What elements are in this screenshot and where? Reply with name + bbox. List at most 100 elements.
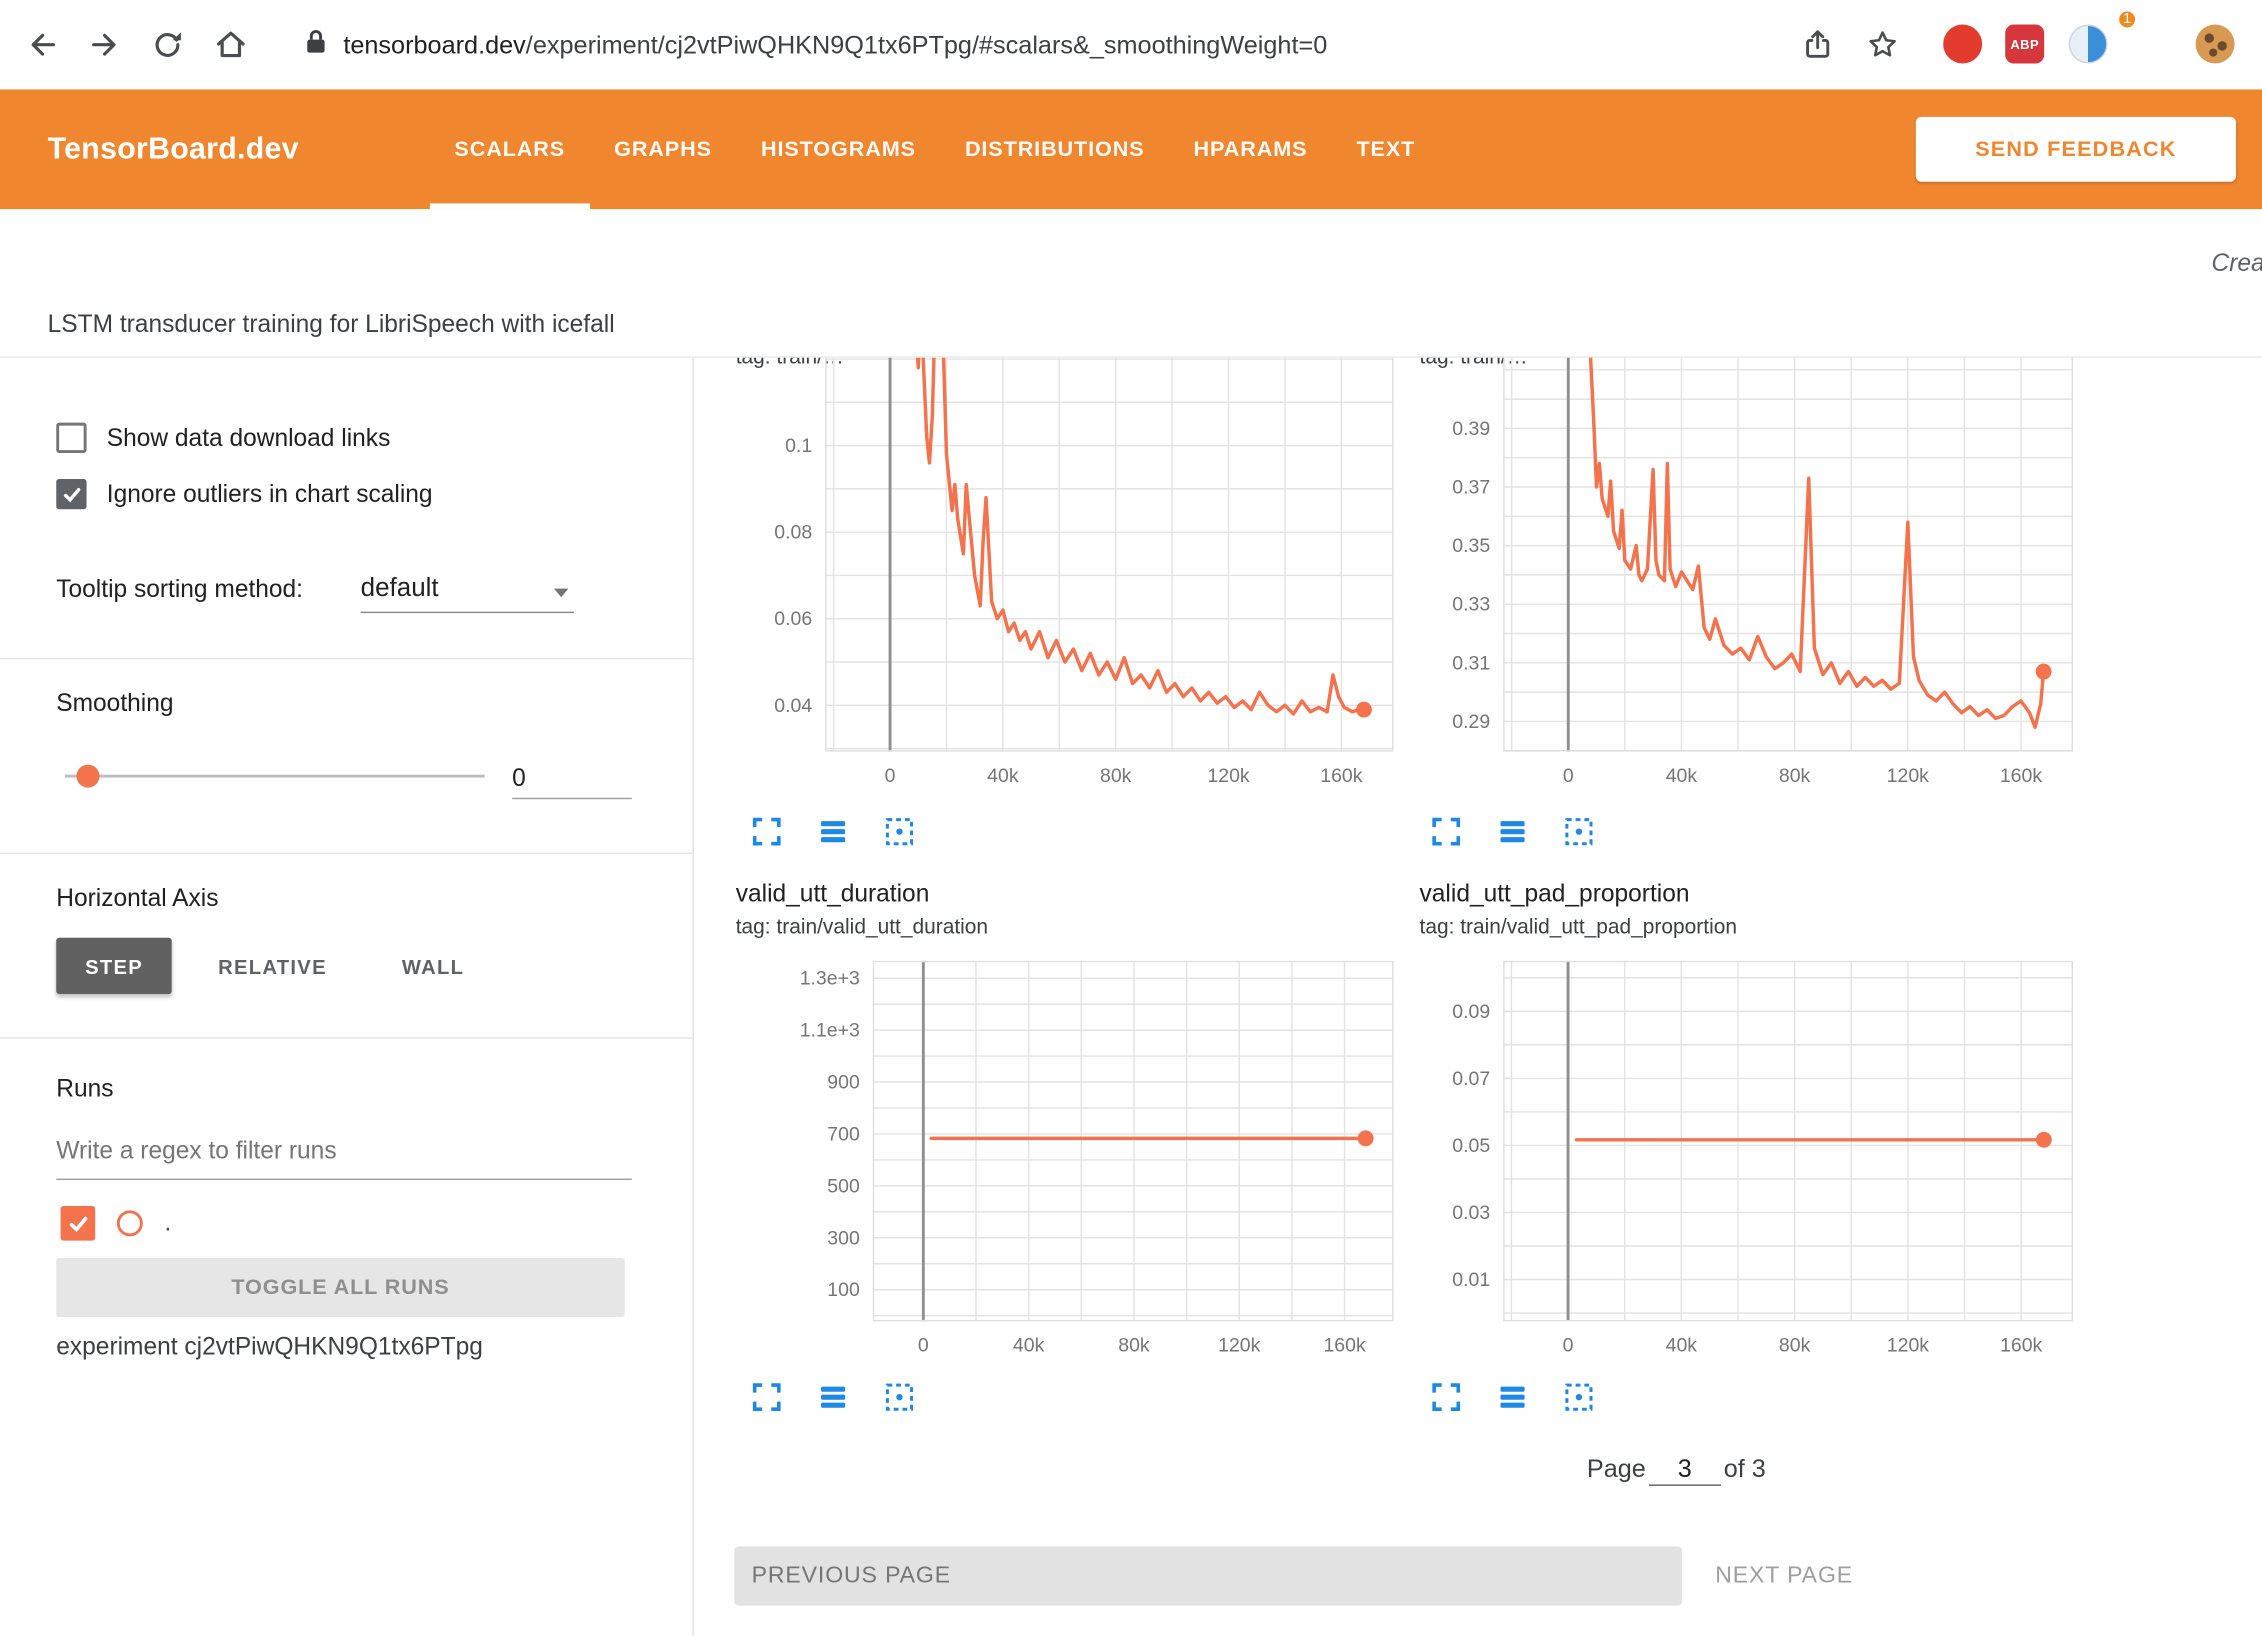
browser-window: tensorboard.dev/experiment/cj2vtPiwQHKN9…: [0, 0, 2262, 1636]
svg-text:0.37: 0.37: [1452, 476, 1490, 498]
run-checkbox[interactable]: [61, 1206, 96, 1241]
fullscreen-icon[interactable]: [1430, 815, 1463, 848]
app-header: TensorBoard.dev SCALARS GRAPHS HISTOGRAM…: [0, 89, 2262, 209]
svg-text:700: 700: [827, 1123, 860, 1145]
svg-text:80k: 80k: [1779, 765, 1811, 787]
send-feedback-button[interactable]: SEND FEEDBACK: [1916, 117, 2236, 182]
horizontal-axis-toggle: STEP RELATIVE WALL: [56, 938, 493, 994]
lock-icon: [303, 27, 329, 63]
svg-text:1.3e+3: 1.3e+3: [800, 968, 860, 990]
chart-header: valid_utt_pad_proportion tag: train/vali…: [1420, 880, 2084, 939]
url-text: tensorboard.dev/experiment/cj2vtPiwQHKN9…: [343, 30, 1327, 60]
svg-text:40k: 40k: [1666, 765, 1698, 787]
lines-icon[interactable]: [817, 815, 850, 848]
svg-text:40k: 40k: [987, 765, 1019, 787]
browser-toolbar: tensorboard.dev/experiment/cj2vtPiwQHKN9…: [0, 0, 2262, 89]
tab-scalars[interactable]: SCALARS: [430, 89, 590, 209]
fit-domain-icon[interactable]: [883, 1381, 916, 1414]
svg-text:0.05: 0.05: [1452, 1135, 1490, 1157]
smoothing-label: Smoothing: [56, 690, 173, 719]
checkbox[interactable]: [56, 423, 86, 453]
next-page-button[interactable]: NEXT PAGE: [1715, 1546, 1853, 1605]
svg-text:40k: 40k: [1013, 1335, 1045, 1357]
forward-icon[interactable]: [84, 25, 124, 65]
fit-domain-icon[interactable]: [1562, 815, 1595, 848]
svg-text:900: 900: [827, 1072, 860, 1094]
svg-text:0.06: 0.06: [774, 608, 812, 630]
lines-icon[interactable]: [1496, 1381, 1529, 1414]
pagination: Page of 3: [1587, 1454, 1766, 1486]
tab-hparams[interactable]: HPARAMS: [1169, 89, 1332, 209]
run-row[interactable]: .: [61, 1206, 172, 1241]
svg-text:0.03: 0.03: [1452, 1202, 1490, 1224]
fit-domain-icon[interactable]: [883, 815, 916, 848]
svg-text:0.1: 0.1: [785, 435, 812, 457]
subheader: Crea LSTM transducer training for LibriS…: [0, 209, 2262, 356]
page-number-input[interactable]: [1649, 1454, 1721, 1486]
tooltip-sorting-dropdown[interactable]: default: [361, 573, 575, 613]
chart-actions: [1430, 1381, 1596, 1414]
scalar-chart[interactable]: 1003005007009001.1e+31.3e+3040k80k120k16…: [736, 961, 1414, 1371]
scalar-chart[interactable]: 0.290.310.330.350.370.39040k80k120k160k: [1414, 356, 2093, 800]
chevron-down-icon: [554, 589, 568, 598]
svg-text:120k: 120k: [1207, 765, 1249, 787]
runs-filter-input[interactable]: [56, 1122, 632, 1180]
smoothing-slider-thumb[interactable]: [76, 765, 99, 788]
smoothing-value-input[interactable]: [512, 759, 632, 799]
cookie-extension-icon[interactable]: [2196, 25, 2235, 64]
bookmark-star-icon[interactable]: [1862, 25, 1902, 65]
scalar-chart[interactable]: 0.010.030.050.070.09040k80k120k160k: [1420, 961, 2094, 1371]
chart-actions: [750, 1381, 916, 1414]
tab-histograms[interactable]: HISTOGRAMS: [736, 89, 940, 209]
svg-text:0.33: 0.33: [1452, 594, 1490, 616]
url-bar[interactable]: tensorboard.dev/experiment/cj2vtPiwQHKN9…: [283, 17, 1789, 72]
tab-distributions[interactable]: DISTRIBUTIONS: [940, 89, 1169, 209]
show-download-links-checkbox[interactable]: Show data download links: [56, 423, 390, 453]
share-icon[interactable]: [1797, 25, 1837, 65]
toggle-all-runs-button[interactable]: TOGGLE ALL RUNS: [56, 1258, 624, 1317]
extension-badge: 1: [2116, 9, 2138, 31]
svg-text:80k: 80k: [1100, 765, 1132, 787]
runs-label: Runs: [56, 1075, 113, 1104]
previous-page-button[interactable]: PREVIOUS PAGE: [734, 1546, 1682, 1605]
scalar-chart[interactable]: 0.040.060.080.1040k80k120k160k: [736, 356, 1414, 800]
fullscreen-icon[interactable]: [750, 1381, 783, 1414]
dropdown-value: default: [361, 573, 439, 602]
axis-relative-button[interactable]: RELATIVE: [189, 938, 355, 994]
svg-text:0: 0: [918, 1335, 929, 1357]
tab-text[interactable]: TEXT: [1332, 89, 1440, 209]
home-icon[interactable]: [211, 25, 251, 65]
tab-graphs[interactable]: GRAPHS: [590, 89, 737, 209]
svg-text:40k: 40k: [1666, 1335, 1698, 1357]
svg-text:0.35: 0.35: [1452, 535, 1490, 557]
svg-text:160k: 160k: [1320, 765, 1362, 787]
svg-text:0.04: 0.04: [774, 695, 812, 717]
chart-actions: [1430, 815, 1596, 848]
experiment-description: LSTM transducer training for LibriSpeech…: [48, 310, 615, 339]
svg-text:1.1e+3: 1.1e+3: [800, 1020, 860, 1042]
reload-icon[interactable]: [147, 25, 187, 65]
checkbox-label: Ignore outliers in chart scaling: [107, 480, 433, 509]
lines-icon[interactable]: [1496, 815, 1529, 848]
fullscreen-icon[interactable]: [1430, 1381, 1463, 1414]
svg-text:160k: 160k: [1323, 1335, 1365, 1357]
fullscreen-icon[interactable]: [750, 815, 783, 848]
extension-icon[interactable]: [2069, 25, 2108, 64]
ignore-outliers-checkbox[interactable]: Ignore outliers in chart scaling: [56, 479, 432, 509]
svg-text:120k: 120k: [1218, 1335, 1260, 1357]
svg-text:500: 500: [827, 1175, 860, 1197]
svg-text:160k: 160k: [2000, 1335, 2042, 1357]
axis-step-button[interactable]: STEP: [56, 938, 172, 994]
svg-text:0.39: 0.39: [1452, 418, 1490, 440]
chart-tag: tag: train/valid_utt_pad_proportion: [1420, 916, 2084, 939]
divider: [0, 658, 694, 659]
app-logo[interactable]: TensorBoard.dev: [48, 89, 299, 209]
fit-domain-icon[interactable]: [1562, 1381, 1595, 1414]
back-icon[interactable]: [23, 25, 63, 65]
abp-extension-icon[interactable]: ABP: [2005, 25, 2044, 64]
axis-wall-button[interactable]: WALL: [373, 938, 493, 994]
adblock-extension-icon[interactable]: [1943, 25, 1982, 64]
checkbox[interactable]: [56, 479, 86, 509]
lines-icon[interactable]: [817, 1381, 850, 1414]
smoothing-slider[interactable]: [65, 775, 485, 778]
